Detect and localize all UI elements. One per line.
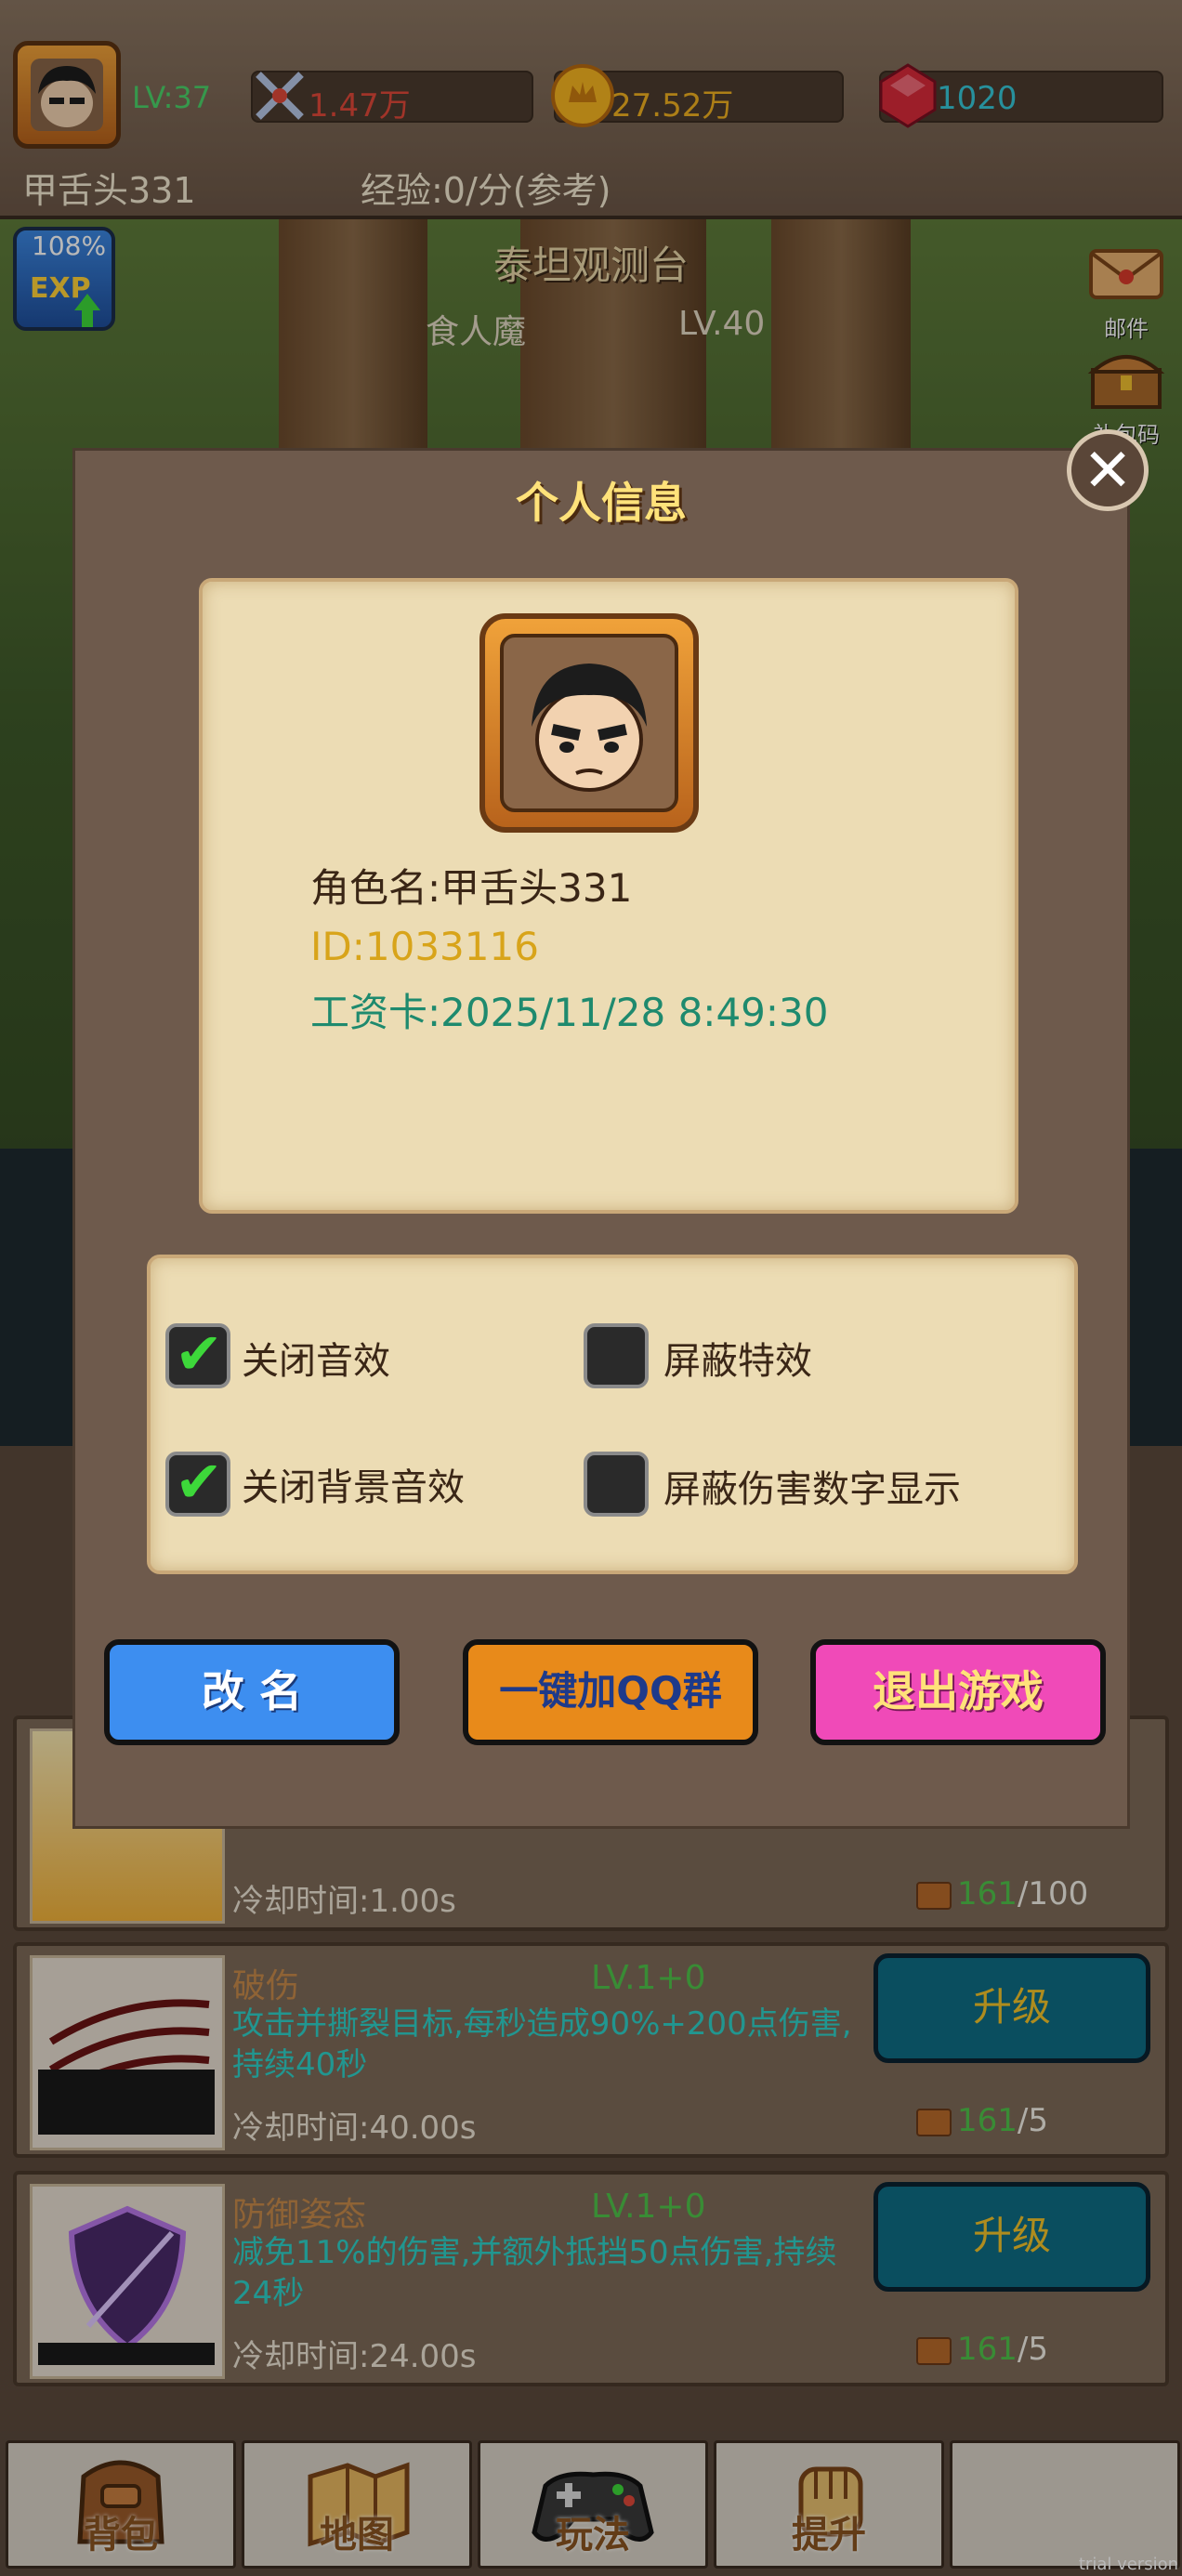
- profile-avatar-frame: [500, 634, 678, 812]
- bgm-checkbox[interactable]: ✔: [165, 1448, 230, 1517]
- close-icon: ✕: [1083, 437, 1133, 506]
- checkmark-icon: ✔: [175, 1320, 223, 1387]
- effects-hide-checkbox[interactable]: [584, 1323, 649, 1388]
- effects-hide-label: 屏蔽特效: [663, 1340, 812, 1383]
- bgm-label: 关闭背景音效: [242, 1466, 465, 1509]
- sound-effects-label: 关闭音效: [242, 1340, 390, 1383]
- settings-panel: [147, 1255, 1078, 1574]
- checkmark-icon: ✔: [175, 1448, 223, 1516]
- player-id: ID:1033116: [310, 924, 539, 969]
- damage-numbers-label: 屏蔽伤害数字显示: [663, 1468, 961, 1511]
- hero-face-icon: [532, 664, 647, 792]
- close-button[interactable]: ✕: [1067, 429, 1149, 511]
- character-name: 角色名:甲舌头331: [310, 865, 633, 911]
- quit-game-button[interactable]: 退出游戏: [810, 1639, 1106, 1745]
- join-qq-group-button[interactable]: 一键加QQ群: [463, 1639, 758, 1745]
- rename-button[interactable]: 改 名: [104, 1639, 400, 1745]
- damage-numbers-checkbox[interactable]: [584, 1452, 649, 1517]
- profile-avatar[interactable]: [479, 613, 699, 833]
- salary-card: 工资卡:2025/11/28 8:49:30: [310, 990, 829, 1035]
- sound-effects-checkbox[interactable]: ✔: [165, 1320, 230, 1388]
- dialog-title: 个人信息: [516, 478, 687, 528]
